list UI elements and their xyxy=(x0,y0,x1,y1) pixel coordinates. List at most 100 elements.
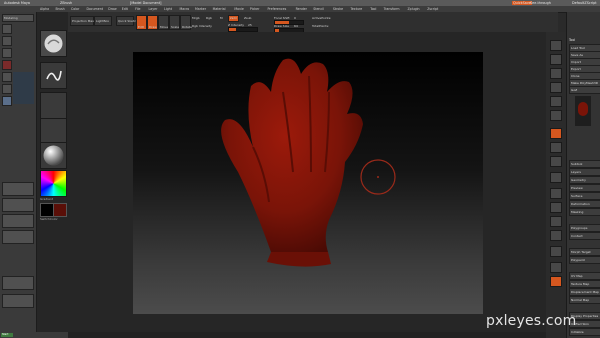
tool-palette-header[interactable]: Tool xyxy=(569,38,575,42)
menu-item-render[interactable]: Render xyxy=(296,7,307,11)
menu-item-light[interactable]: Light xyxy=(164,7,172,11)
initialize-section[interactable]: Initialize xyxy=(569,328,600,336)
bpr-button[interactable] xyxy=(550,40,562,51)
rotate-view-button[interactable] xyxy=(550,230,562,241)
texture-map-section[interactable]: Texture Map xyxy=(569,280,600,288)
menu-item-brush[interactable]: Brush xyxy=(56,7,65,11)
select-tool-icon[interactable] xyxy=(2,24,12,34)
menu-item-transform[interactable]: Transform xyxy=(384,7,400,11)
layout-button[interactable] xyxy=(2,230,34,244)
move-tool-icon[interactable] xyxy=(2,48,12,58)
menu-item-layer[interactable]: Layer xyxy=(149,7,158,11)
modeling-menu-set[interactable]: Modeling xyxy=(2,14,34,22)
lightbox-button[interactable]: LightBox xyxy=(94,16,112,26)
color-picker[interactable] xyxy=(40,170,67,197)
zoom-button[interactable] xyxy=(550,82,562,93)
move-view-button[interactable] xyxy=(550,202,562,213)
main-color-swatch[interactable] xyxy=(40,203,54,217)
texture-selector[interactable] xyxy=(40,118,67,145)
layout-button[interactable] xyxy=(2,214,34,228)
surface-section[interactable]: Surface xyxy=(569,192,600,200)
morph-target-section[interactable]: Morph Target xyxy=(569,248,600,256)
actual-button[interactable] xyxy=(550,96,562,107)
menu-item-color[interactable]: Color xyxy=(71,7,79,11)
projection-master-button[interactable]: Projection Master xyxy=(70,16,98,26)
quick-sketch-button[interactable]: Quick Sketch xyxy=(116,16,138,26)
geometry-section[interactable]: Geometry xyxy=(569,176,600,184)
secondary-color-swatch[interactable] xyxy=(53,203,67,217)
menu-item-stencil[interactable]: Stencil xyxy=(313,7,324,11)
persp-button[interactable] xyxy=(550,128,562,139)
rotate-tool-icon[interactable] xyxy=(2,72,12,82)
alpha-selector[interactable] xyxy=(40,92,67,119)
menu-item-movie[interactable]: Movie xyxy=(234,7,243,11)
stroke-selector[interactable] xyxy=(40,62,67,89)
paint-tool-icon[interactable] xyxy=(2,60,12,70)
scroll-button[interactable] xyxy=(550,68,562,79)
tool-thumbnail[interactable] xyxy=(575,96,591,126)
menu-item-draw[interactable]: Draw xyxy=(108,7,116,11)
zsub-label[interactable]: Zsub xyxy=(244,16,251,20)
move-button[interactable]: Move xyxy=(158,15,169,30)
scale-view-button[interactable] xyxy=(550,216,562,227)
frame-button[interactable] xyxy=(550,188,562,199)
material-selector[interactable] xyxy=(40,142,67,169)
menu-item-zscript[interactable]: Zscript xyxy=(427,7,438,11)
layout-button[interactable] xyxy=(2,276,34,290)
start-button[interactable]: Start xyxy=(1,333,13,337)
lasso-tool-icon[interactable] xyxy=(2,36,12,46)
polygroups-section[interactable]: Polygroups xyxy=(569,224,600,232)
normal-map-section[interactable]: Normal Map xyxy=(569,296,600,304)
menu-item-texture[interactable]: Texture xyxy=(351,7,363,11)
aahalf-button[interactable] xyxy=(550,110,562,121)
mrgb-label[interactable]: Mrgb xyxy=(192,16,200,20)
menu-item-edit[interactable]: Edit xyxy=(122,7,128,11)
deformation-section[interactable]: Deformation xyxy=(569,200,600,208)
outliner-list[interactable] xyxy=(13,72,34,104)
menu-item-zplugin[interactable]: Zplugin xyxy=(408,7,420,11)
rgb-label[interactable]: Rgb xyxy=(206,16,212,20)
menu-item-document[interactable]: Document xyxy=(87,7,104,11)
preview-section[interactable]: Preview xyxy=(569,184,600,192)
gradient-label[interactable]: Gradient xyxy=(40,197,53,201)
transp-button[interactable] xyxy=(550,262,562,273)
sculpt-canvas[interactable] xyxy=(133,52,483,314)
floor-button[interactable] xyxy=(550,142,562,153)
xyz-button[interactable] xyxy=(550,172,562,183)
zadd-button[interactable]: Zadd xyxy=(228,15,239,22)
quicksave-button[interactable]: QuickSave xyxy=(512,1,532,5)
default-zscript-label[interactable]: DefaultZScript xyxy=(572,1,597,5)
see-through-label[interactable]: See-through xyxy=(530,1,551,5)
draw-button[interactable]: Draw xyxy=(147,15,158,30)
masking-section[interactable]: Masking xyxy=(569,208,600,216)
local-button[interactable] xyxy=(550,156,562,167)
menu-item-marker[interactable]: Marker xyxy=(195,7,206,11)
goz-button[interactable]: GoZ xyxy=(569,86,600,94)
menu-item-picker[interactable]: Picker xyxy=(250,7,260,11)
brush-selector[interactable] xyxy=(40,30,67,57)
view-tool-icon[interactable] xyxy=(2,96,12,106)
switch-color-label[interactable]: SwitchColor xyxy=(40,217,58,221)
scale-button[interactable]: Scale xyxy=(169,15,180,30)
rotate-button[interactable]: Rotate xyxy=(180,15,192,30)
layout-button[interactable] xyxy=(2,198,34,212)
subtool-section[interactable]: Subtool xyxy=(569,160,600,168)
edit-button[interactable]: Edit xyxy=(136,15,147,30)
spix-button[interactable] xyxy=(550,54,562,65)
polyf-button[interactable] xyxy=(550,246,562,257)
menu-item-file[interactable]: File xyxy=(135,7,140,11)
layout-button[interactable] xyxy=(2,182,34,196)
uv-map-section[interactable]: UV Map xyxy=(569,272,600,280)
polypaint-section[interactable]: Polypaint xyxy=(569,256,600,264)
menu-item-material[interactable]: Material xyxy=(213,7,226,11)
ghost-button[interactable] xyxy=(550,276,562,287)
menu-item-preferences[interactable]: Preferences xyxy=(268,7,287,11)
m-label[interactable]: M xyxy=(220,16,223,20)
layout-button[interactable] xyxy=(2,294,34,308)
menu-item-stroke[interactable]: Stroke xyxy=(333,7,343,11)
displacement-map-section[interactable]: Displacement Map xyxy=(569,288,600,296)
scale-tool-icon[interactable] xyxy=(2,84,12,94)
contact-section[interactable]: Contact xyxy=(569,232,600,240)
layers-section[interactable]: Layers xyxy=(569,168,600,176)
menu-item-tool[interactable]: Tool xyxy=(370,7,376,11)
